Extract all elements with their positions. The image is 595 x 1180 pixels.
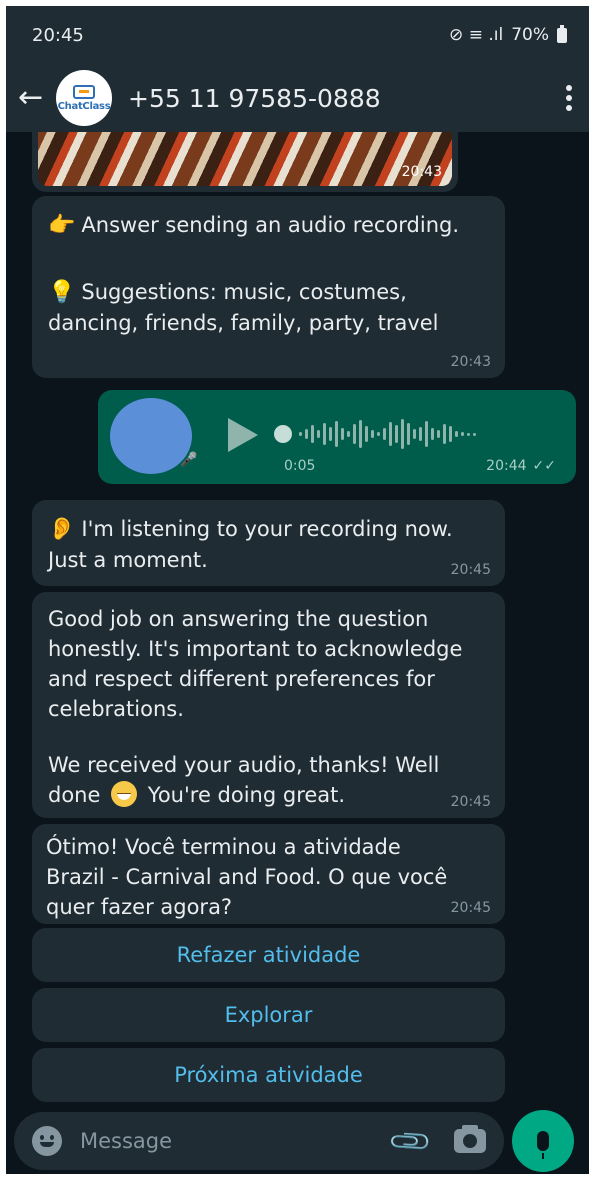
waveform-bar [437,430,440,438]
waveform-bar [383,428,386,440]
waveform-bar [311,425,314,443]
pointing-hand-icon: 👉 [48,213,76,238]
play-icon[interactable] [228,418,258,452]
message-time-value: 20:44 [486,458,527,474]
arrow-left-icon[interactable]: ← [18,83,52,113]
audio-duration: 0:05 [284,458,316,474]
waveform-bar [365,426,368,442]
double-check-icon: ✓✓ [532,458,556,474]
message-text: 💡 Suggestions: music, costumes, dancing, … [48,277,489,338]
waveform-bar [371,430,374,438]
message-time: 20:45 [450,562,491,578]
incoming-message: Ótimo! Você terminou a atividade Brazil … [32,824,505,924]
waveform-bar [377,432,380,436]
message-time: 20:43 [450,354,491,370]
message-time: 20:45 [450,794,491,810]
waveform-bar [413,429,416,439]
waveform-bar [467,432,470,436]
waveform-bar [419,427,422,441]
light-bulb-icon: 💡 [48,280,76,305]
message-line: You're doing great. [147,783,346,807]
grinning-face-icon [111,781,138,807]
outgoing-audio-message: 🎤 0:05 20:44 ✓✓ [98,390,576,484]
waveform-bar [341,428,344,440]
incoming-message: 👉 Answer sending an audio recording. 💡 Sug… [32,196,505,378]
image-message[interactable]: 20:43 [32,132,458,192]
waveform-bar [401,419,404,449]
waveform-bar [407,423,410,445]
message-time: 20:44 ✓✓ [486,458,556,474]
waveform-bar [425,421,428,447]
battery-icon [557,24,567,43]
message-time: 20:43 [401,164,442,180]
avatar[interactable]: ChatClass [56,70,112,126]
emoji-icon[interactable] [32,1126,62,1156]
waveform-bar [443,424,446,444]
paperclip-icon[interactable]: 📎 [387,1117,435,1165]
message-line: Answer sending an audio recording. [81,213,460,237]
message-text: Good job on answering the question hones… [48,607,463,721]
message-text: 👂 I'm listening to your recording now. Ju… [48,514,489,575]
message-line: I'm listening to your recording now. Jus… [48,517,453,572]
ear-icon: 👂 [48,517,76,542]
battery-percent: 70% [511,25,549,45]
option-explorar[interactable]: Explorar [32,988,505,1042]
contact-name[interactable]: +55 11 97585-0888 [128,84,565,113]
waveform-bar [389,422,392,446]
voice-record-button[interactable] [512,1110,574,1172]
status-time: 20:45 [32,24,84,46]
waveform-bar [299,432,302,436]
chat-header: ← ChatClass +55 11 97585-0888 [6,64,589,132]
waveform-bar [473,432,476,436]
waveform-bar [323,423,326,445]
message-text: We received your audio, thanks! Well don… [48,750,489,810]
mic-badge-icon: 🎤 [180,452,198,468]
signal-icons: ⊘ ≡ .ıl [449,25,504,45]
waveform-bar [317,430,320,438]
avatar-logo-text: ChatClass [57,100,111,112]
message-text: Ótimo! Você terminou a atividade Brazil … [46,835,448,919]
waveform-bar [329,427,332,441]
phone-screen: 20:45 ⊘ ≡ .ıl 70% ← ChatClass +55 11 975… [6,6,589,1174]
message-input-bar: 📎 [14,1112,504,1170]
waveform-bar [347,431,350,437]
waveform-bar [461,432,464,436]
waveform-bar [353,424,356,444]
message-input[interactable] [80,1129,394,1153]
carnival-photo[interactable]: 20:43 [38,132,452,186]
incoming-message: Good job on answering the question hones… [32,592,505,818]
status-bar: 20:45 ⊘ ≡ .ıl 70% [6,6,589,64]
option-proxima-atividade[interactable]: Próxima atividade [32,1048,505,1102]
option-refazer-atividade[interactable]: Refazer atividade [32,928,505,982]
incoming-message: 👂 I'm listening to your recording now. Ju… [32,500,505,586]
message-time: 20:45 [450,900,491,916]
chat-area: 20:43 👉 Answer sending an audio recording… [6,132,589,1112]
waveform-bar [395,425,398,443]
chatclass-logo-icon [73,84,95,99]
waveform-bar [305,429,308,439]
more-vertical-icon[interactable] [565,85,573,111]
mic-icon [537,1131,549,1159]
message-line: Suggestions: music, costumes, dancing, f… [48,280,439,335]
status-indicators: ⊘ ≡ .ıl 70% [449,24,567,45]
seek-handle[interactable] [274,425,292,443]
waveform-bar [455,431,458,437]
camera-icon[interactable] [454,1125,486,1153]
waveform-bar [449,426,452,442]
waveform-bar [359,420,362,448]
waveform-bar [431,428,434,440]
waveform-bar [335,421,338,447]
audio-waveform[interactable] [274,416,544,452]
message-text: 👉 Answer sending an audio recording. [48,210,489,241]
